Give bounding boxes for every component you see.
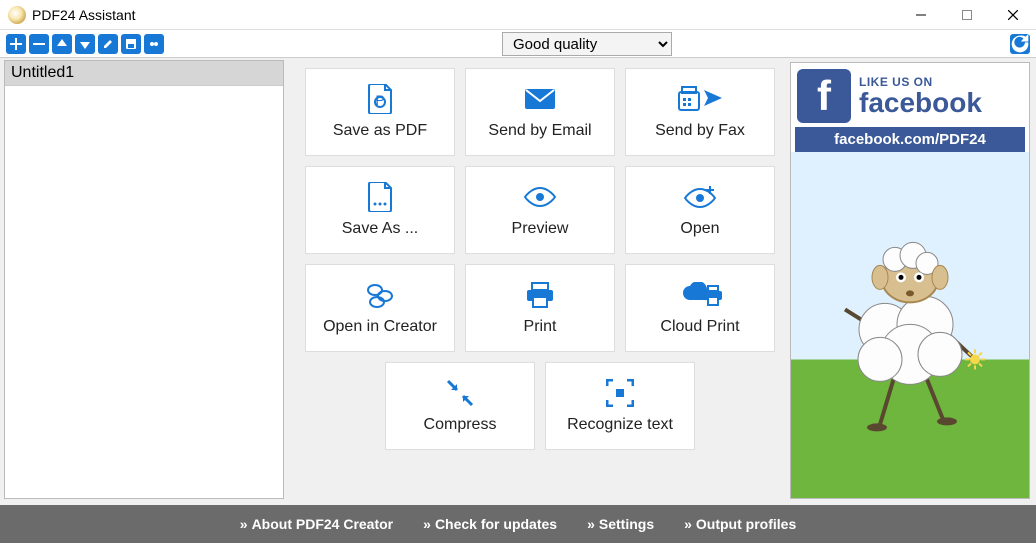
print-tile[interactable]: Print [465, 264, 615, 352]
cloud-print-icon [675, 280, 725, 310]
footer-profiles[interactable]: »Output profiles [684, 516, 796, 533]
file-list: Untitled1 [4, 60, 284, 499]
facebook-box[interactable]: f LIKE US ON facebook facebook.com/PDF24 [791, 63, 1029, 152]
view-button[interactable] [144, 34, 164, 54]
move-down-button[interactable] [75, 34, 95, 54]
save-as-tile[interactable]: Save As ... [305, 166, 455, 254]
tile-label: Compress [424, 416, 497, 434]
tile-label: Send by Fax [655, 122, 745, 140]
compress-tile[interactable]: Compress [385, 362, 535, 450]
ocr-icon [606, 378, 634, 408]
titlebar: PDF24 Assistant [0, 0, 1036, 30]
facebook-word: facebook [859, 89, 982, 117]
content: Untitled1 P Save as PDF Send by Email Se… [0, 58, 1036, 505]
app-icon [8, 6, 26, 24]
email-icon [524, 84, 556, 114]
add-button[interactable] [6, 34, 26, 54]
tile-label: Recognize text [567, 416, 673, 434]
save-as-pdf-tile[interactable]: P Save as PDF [305, 68, 455, 156]
pdf-icon: P [367, 84, 393, 114]
save-as-icon [367, 182, 393, 212]
toolbar: Good quality [0, 30, 1036, 58]
footer-about[interactable]: »About PDF24 Creator [240, 516, 393, 533]
fax-icon [678, 84, 722, 114]
print-icon [525, 280, 555, 310]
sheep-mascot-icon [825, 219, 995, 439]
svg-text:P: P [375, 92, 384, 108]
move-up-button[interactable] [52, 34, 72, 54]
action-grid: P Save as PDF Send by Email Send by Fax … [290, 58, 790, 505]
right-panel: f LIKE US ON facebook facebook.com/PDF24 [790, 62, 1030, 499]
open-icon [683, 182, 717, 212]
footer-settings[interactable]: »Settings [587, 516, 654, 533]
compress-icon [446, 378, 474, 408]
minimize-button[interactable] [898, 0, 944, 29]
window-title: PDF24 Assistant [32, 7, 898, 23]
refresh-button[interactable] [1010, 34, 1030, 54]
mascot-area [791, 152, 1029, 498]
tile-label: Cloud Print [660, 318, 739, 336]
edit-button[interactable] [98, 34, 118, 54]
close-button[interactable] [990, 0, 1036, 29]
open-tile[interactable]: Open [625, 166, 775, 254]
preview-tile[interactable]: Preview [465, 166, 615, 254]
maximize-button[interactable] [944, 0, 990, 29]
creator-icon [365, 280, 395, 310]
tile-label: Send by Email [488, 122, 591, 140]
save-button[interactable] [121, 34, 141, 54]
tile-label: Preview [512, 220, 569, 238]
tile-label: Open [680, 220, 719, 238]
open-creator-tile[interactable]: Open in Creator [305, 264, 455, 352]
quality-select[interactable]: Good quality [502, 32, 672, 56]
eye-icon [523, 182, 557, 212]
send-fax-tile[interactable]: Send by Fax [625, 68, 775, 156]
remove-button[interactable] [29, 34, 49, 54]
facebook-link[interactable]: facebook.com/PDF24 [795, 127, 1025, 152]
footer: »About PDF24 Creator »Check for updates … [0, 505, 1036, 543]
recognize-text-tile[interactable]: Recognize text [545, 362, 695, 450]
tile-label: Print [524, 318, 557, 336]
tile-label: Open in Creator [323, 318, 437, 336]
footer-updates[interactable]: »Check for updates [423, 516, 557, 533]
tile-label: Save as PDF [333, 122, 427, 140]
send-email-tile[interactable]: Send by Email [465, 68, 615, 156]
facebook-logo-icon: f [797, 69, 851, 123]
tile-label: Save As ... [342, 220, 418, 238]
cloud-print-tile[interactable]: Cloud Print [625, 264, 775, 352]
file-item[interactable]: Untitled1 [5, 61, 283, 86]
